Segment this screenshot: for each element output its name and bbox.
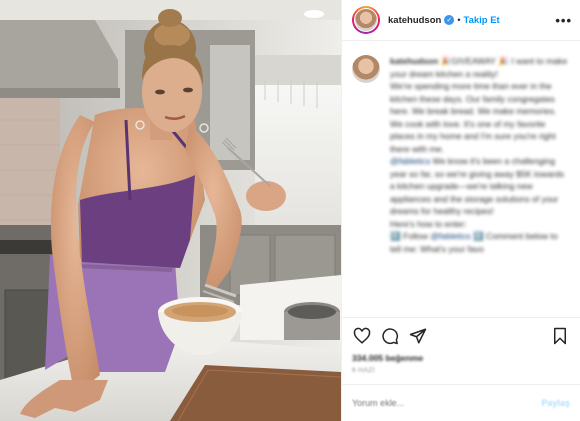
comment-form: Paylaş xyxy=(342,384,580,421)
caption-step1-prefix: 1️⃣ Follow xyxy=(390,231,431,241)
caption-body: We're spending more time than ever in th… xyxy=(390,81,557,154)
caption-step1-mention[interactable]: @fabletics xyxy=(430,231,470,241)
verified-badge-icon: ✓ xyxy=(444,15,455,25)
caption-how-to: Here's how to enter: xyxy=(390,218,467,229)
post-photo[interactable] xyxy=(0,0,341,421)
separator-dot: • xyxy=(457,15,461,25)
comment-icon[interactable] xyxy=(380,326,400,346)
bookmark-icon[interactable] xyxy=(550,326,570,346)
more-options-icon[interactable]: ••• xyxy=(555,14,572,27)
share-icon[interactable] xyxy=(408,326,428,346)
heart-icon[interactable] xyxy=(352,326,372,346)
post-details-panel: katehudson ✓ • Takip Et ••• katehudson 🎉… xyxy=(341,0,580,421)
post-header: katehudson ✓ • Takip Et ••• xyxy=(342,0,580,41)
post-comment-button[interactable]: Paylaş xyxy=(541,398,570,408)
likes-count[interactable]: 334.005 beğenme xyxy=(342,353,580,363)
kitchen-photo-illustration xyxy=(0,0,341,421)
caption-avatar[interactable] xyxy=(352,55,380,83)
caption-scroll-area[interactable]: katehudson 🎉GIVEAWAY 🎉 I want to make yo… xyxy=(342,41,580,317)
comment-input[interactable] xyxy=(352,398,542,408)
post-actions-bar xyxy=(342,317,580,353)
post-date: 6 HAZİ xyxy=(352,367,375,374)
instagram-post: katehudson ✓ • Takip Et ••• katehudson 🎉… xyxy=(0,0,580,421)
caption-mention-fabletics[interactable]: @fabletics xyxy=(390,156,430,166)
post-caption: katehudson 🎉GIVEAWAY 🎉 I want to make yo… xyxy=(390,55,570,317)
author-avatar-story-ring[interactable] xyxy=(352,6,380,34)
avatar xyxy=(354,8,378,32)
caption-username[interactable]: katehudson xyxy=(390,56,438,66)
follow-button[interactable]: Takip Et xyxy=(463,15,499,26)
author-username[interactable]: katehudson xyxy=(388,15,441,26)
